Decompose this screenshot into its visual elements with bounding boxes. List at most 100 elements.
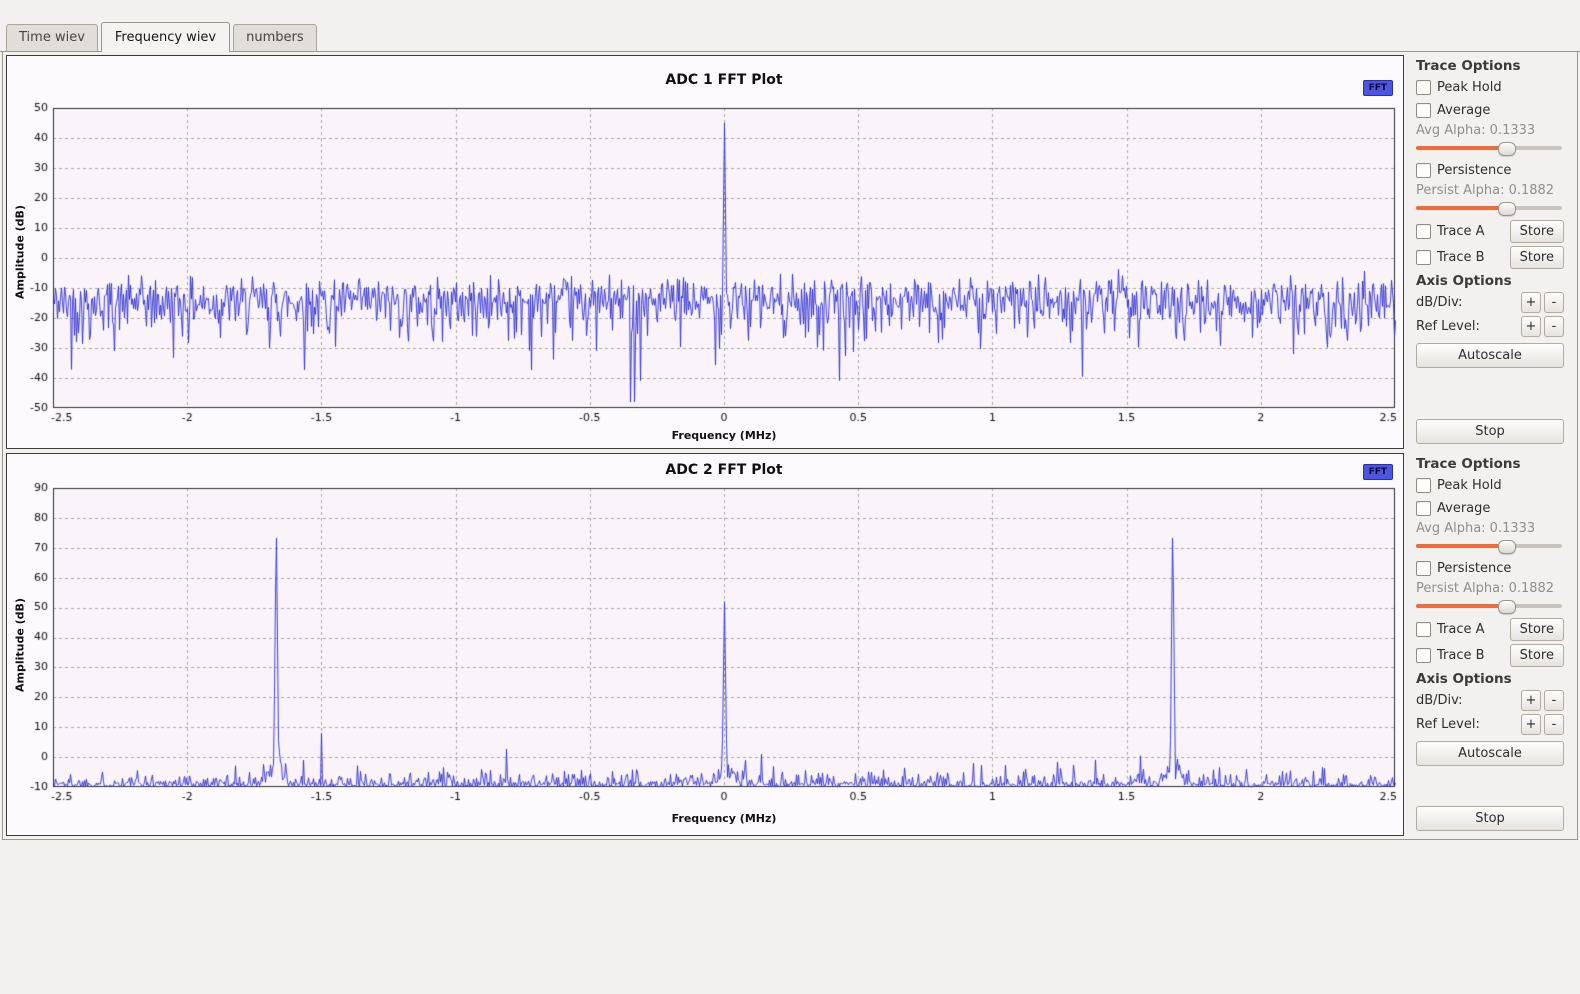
axis-options-title: Axis Options [1416, 272, 1564, 289]
adc2-row: ADC 2 FFT Plot FFT Amplitude (dB) Freque… [6, 453, 1574, 836]
trace-a-store-button[interactable]: Store [1510, 618, 1564, 641]
adc2-plot-panel: ADC 2 FFT Plot FFT Amplitude (dB) Freque… [6, 453, 1404, 836]
trace-a-row: Trace A Store [1416, 220, 1564, 243]
db-div-minus-button[interactable]: - [1544, 292, 1564, 313]
slider-handle[interactable] [1498, 540, 1516, 554]
autoscale-row: Autoscale [1416, 343, 1564, 368]
average-checkbox[interactable] [1416, 501, 1431, 516]
ref-level-label: Ref Level: [1416, 717, 1480, 732]
average-label: Average [1437, 103, 1490, 118]
frequency-view-page: ADC 1 FFT Plot FFT Amplitude (dB) Freque… [2, 52, 1578, 840]
adc1-fft-canvas [7, 56, 1403, 448]
adc1-row: ADC 1 FFT Plot FFT Amplitude (dB) Freque… [6, 55, 1574, 449]
ref-level-label: Ref Level: [1416, 319, 1480, 334]
peak-hold-label: Peak Hold [1437, 478, 1502, 493]
trace-a-checkbox[interactable] [1416, 224, 1431, 239]
trace-options-title: Trace Options [1416, 57, 1564, 74]
adc2-plot-title: ADC 2 FFT Plot [53, 462, 1395, 478]
db-div-plus-button[interactable]: + [1521, 292, 1541, 313]
empty-bottom-area [0, 840, 1580, 987]
trace-a-label: Trace A [1437, 622, 1485, 637]
fft-badge: FFT [1363, 80, 1393, 96]
trace-b-checkbox[interactable] [1416, 250, 1431, 265]
adc1-plot-panel: ADC 1 FFT Plot FFT Amplitude (dB) Freque… [6, 55, 1404, 449]
tab-bar: Time wiev Frequency wiev numbers [0, 0, 1580, 52]
adc1-y-axis-label: Amplitude (dB) [14, 205, 27, 299]
stop-button[interactable]: Stop [1416, 806, 1564, 831]
fft-badge: FFT [1363, 464, 1393, 480]
autoscale-row: Autoscale [1416, 741, 1564, 766]
slider-handle[interactable] [1498, 600, 1516, 614]
average-checkbox[interactable] [1416, 103, 1431, 118]
persist-alpha-slider[interactable] [1416, 201, 1562, 215]
trace-b-label: Trace B [1437, 250, 1485, 265]
persist-alpha-label: Persist Alpha: 0.1882 [1416, 581, 1564, 596]
slider-handle[interactable] [1498, 202, 1516, 216]
persistence-row: Persistence [1416, 558, 1564, 578]
slider-fill [1416, 206, 1507, 210]
axis-options-title: Axis Options [1416, 670, 1564, 687]
trace-a-row: Trace A Store [1416, 618, 1564, 641]
stop-button[interactable]: Stop [1416, 419, 1564, 444]
ref-level-plus-button[interactable]: + [1521, 316, 1541, 337]
adc2-y-axis-label: Amplitude (dB) [14, 598, 27, 692]
peak-hold-label: Peak Hold [1437, 80, 1502, 95]
autoscale-button[interactable]: Autoscale [1416, 741, 1564, 766]
trace-b-store-button[interactable]: Store [1510, 246, 1564, 269]
average-row: Average [1416, 498, 1564, 518]
persistence-label: Persistence [1437, 561, 1511, 576]
trace-b-row: Trace B Store [1416, 644, 1564, 667]
db-div-minus-button[interactable]: - [1544, 690, 1564, 711]
slider-fill [1416, 544, 1507, 548]
slider-handle[interactable] [1498, 142, 1516, 156]
autoscale-button[interactable]: Autoscale [1416, 343, 1564, 368]
ref-level-minus-button[interactable]: - [1544, 714, 1564, 735]
average-label: Average [1437, 501, 1490, 516]
db-div-label: dB/Div: [1416, 295, 1463, 310]
db-div-row: dB/Div: + - [1416, 690, 1564, 711]
ref-level-plus-button[interactable]: + [1521, 714, 1541, 735]
stop-row: Stop [1416, 419, 1564, 444]
trace-b-row: Trace B Store [1416, 246, 1564, 269]
adc1-plot-title: ADC 1 FFT Plot [53, 72, 1395, 88]
adc1-x-axis-label: Frequency (MHz) [53, 429, 1395, 442]
avg-alpha-label: Avg Alpha: 0.1333 [1416, 123, 1564, 138]
persist-alpha-slider[interactable] [1416, 599, 1562, 613]
average-row: Average [1416, 100, 1564, 120]
ref-level-row: Ref Level: + - [1416, 714, 1564, 735]
trace-b-label: Trace B [1437, 648, 1485, 663]
avg-alpha-slider[interactable] [1416, 141, 1562, 155]
stop-row: Stop [1416, 806, 1564, 831]
trace-b-checkbox[interactable] [1416, 648, 1431, 663]
peak-hold-row: Peak Hold [1416, 77, 1564, 97]
db-div-row: dB/Div: + - [1416, 292, 1564, 313]
peak-hold-row: Peak Hold [1416, 475, 1564, 495]
tab-numbers[interactable]: numbers [233, 24, 317, 51]
tab-time-view[interactable]: Time wiev [6, 24, 98, 51]
slider-fill [1416, 146, 1507, 150]
trace-options-title: Trace Options [1416, 455, 1564, 472]
peak-hold-checkbox[interactable] [1416, 478, 1431, 493]
slider-fill [1416, 604, 1507, 608]
avg-alpha-slider[interactable] [1416, 539, 1562, 553]
ref-level-row: Ref Level: + - [1416, 316, 1564, 337]
persistence-row: Persistence [1416, 160, 1564, 180]
adc2-trace-panel: Trace Options Peak Hold Average Avg Alph… [1410, 453, 1570, 836]
persistence-checkbox[interactable] [1416, 561, 1431, 576]
persistence-label: Persistence [1437, 163, 1511, 178]
persist-alpha-label: Persist Alpha: 0.1882 [1416, 183, 1564, 198]
ref-level-minus-button[interactable]: - [1544, 316, 1564, 337]
trace-b-store-button[interactable]: Store [1510, 644, 1564, 667]
persistence-checkbox[interactable] [1416, 163, 1431, 178]
db-div-plus-button[interactable]: + [1521, 690, 1541, 711]
avg-alpha-label: Avg Alpha: 0.1333 [1416, 521, 1564, 536]
adc2-x-axis-label: Frequency (MHz) [53, 812, 1395, 825]
trace-a-label: Trace A [1437, 224, 1485, 239]
db-div-label: dB/Div: [1416, 693, 1463, 708]
adc2-fft-canvas [7, 454, 1403, 835]
peak-hold-checkbox[interactable] [1416, 80, 1431, 95]
trace-a-store-button[interactable]: Store [1510, 220, 1564, 243]
trace-a-checkbox[interactable] [1416, 622, 1431, 637]
adc1-trace-panel: Trace Options Peak Hold Average Avg Alph… [1410, 55, 1570, 449]
tab-frequency-view[interactable]: Frequency wiev [101, 22, 230, 52]
